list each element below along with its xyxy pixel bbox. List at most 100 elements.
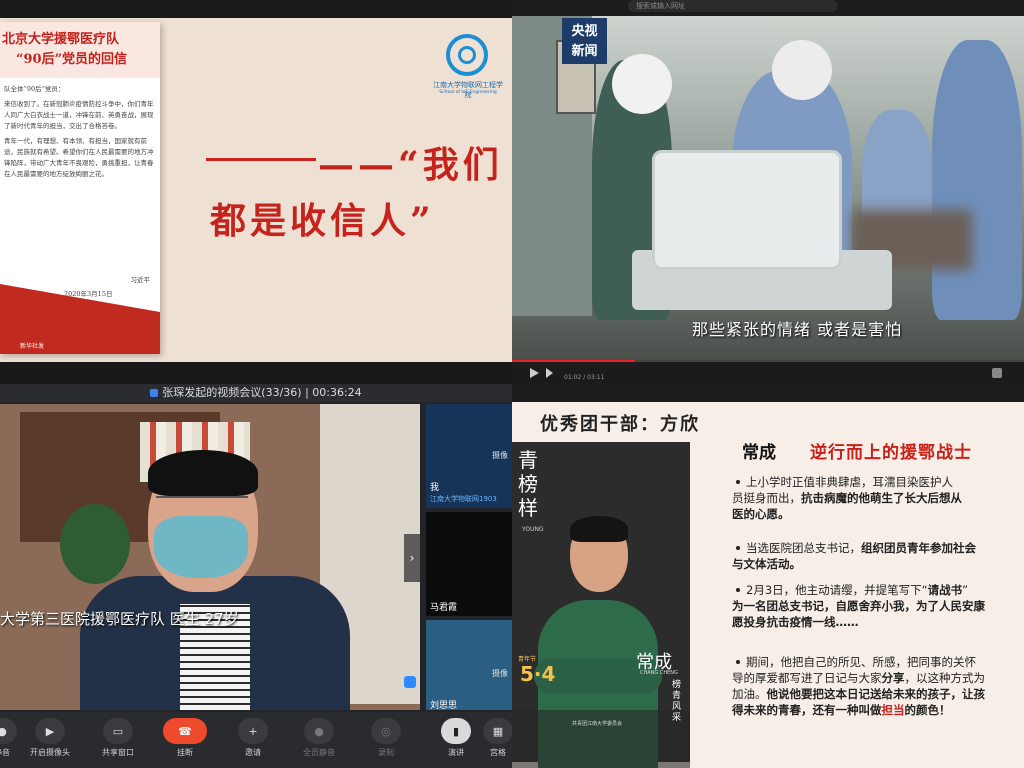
plant — [60, 504, 130, 584]
text-red: 担当 — [881, 703, 905, 717]
letter-body: 队全体“90后”党员： 来信收到了。在新冠肺炎疫情防控斗争中，你们青年人同广大白… — [4, 84, 154, 184]
address-bar[interactable]: 搜索或输入网址 — [628, 0, 838, 12]
text-bold: 为一名团总支书记，自愿舍弃小我，为了人民安康 — [732, 599, 985, 613]
speaker-layout-button[interactable]: ▮ 演讲 — [432, 718, 480, 758]
play-icon[interactable] — [530, 368, 539, 378]
text: 员挺身而出， — [732, 491, 801, 505]
button-label: 静音 — [0, 748, 10, 757]
camera-badge: 摄像 — [492, 669, 508, 678]
participant-name: 马君霞 — [430, 603, 458, 613]
medic-figure — [932, 40, 1022, 320]
bullet-4: 期间，他把自己的所见、所感，把同事的关怀 导的厚爱都写进了日记与大家分享，以这种… — [726, 654, 1024, 718]
bottom-bar — [0, 362, 512, 384]
medic-helmet — [772, 40, 832, 100]
progress-bar[interactable] — [512, 360, 1024, 362]
meeting-toolbar: ● 静音 ▶ 开启摄像头 ▭ 共享窗口 ☎ 挂断 + 邀请 ● 全员静音 ◎ 录制 ▮ 演讲 ▦… — [0, 712, 512, 768]
top-bar — [512, 384, 1024, 402]
letter-title-line-1: 北京大学援鄂医疗队 — [2, 32, 120, 47]
text-bold: 请战书 — [927, 583, 963, 597]
main-video[interactable]: 大学第三医院援鄂医疗队 医生 27岁 — [0, 404, 420, 710]
text-bold: 分享 — [881, 671, 905, 685]
button-label: 演讲 — [448, 748, 464, 757]
button-label: 宫格 — [490, 748, 506, 757]
cctv-logo-line-2: 新闻 — [571, 44, 598, 59]
button-label: 全员静音 — [303, 748, 335, 757]
poster-young-label: YOUNG — [522, 526, 544, 533]
chevron-right-icon[interactable]: › — [404, 534, 420, 582]
doctor-hair — [570, 516, 628, 542]
bullet-3: 2月3日，他主动请缨，并提笔写下“请战书” 为一名团总支书记，自愿舍弃小我，为了… — [726, 582, 1024, 630]
mute-all-icon: ● — [304, 718, 334, 744]
button-label: 开启摄像头 — [30, 748, 70, 757]
mute-button[interactable]: ● 静音 — [0, 718, 26, 758]
medic-helmet — [612, 54, 672, 114]
mute-all-button[interactable]: ● 全员静音 — [295, 718, 343, 758]
time-readout: 01:02 / 03:11 — [564, 374, 605, 381]
slide-quote-line-1: ——“我们 — [318, 144, 503, 186]
bullet-1: 上小学时正值非典肆虐，耳濡目染医护人 员挺身而出，抗击病魔的他萌生了长大后想从 … — [726, 474, 1024, 522]
text: ，以这种方式为 — [904, 671, 986, 685]
letter-paragraph-2: 青年一代，有理想、有本领、有担当，国家就有前途，民族就有希望。希望你们在人民最需… — [4, 137, 154, 178]
letter-title-line-2: “90后”党员的回信 — [16, 52, 128, 67]
text-bold: 组织团员青年参加社会 — [861, 541, 976, 555]
top-bar — [0, 0, 512, 18]
poster-vertical-title: 青榜样 — [518, 448, 538, 520]
button-label: 邀请 — [245, 748, 261, 757]
text: 当选医院团总支书记， — [746, 541, 861, 555]
participant-tile[interactable]: 马君霞 — [426, 512, 512, 616]
hangup-button[interactable]: ☎ 挂断 — [161, 718, 209, 758]
text-bold: 他说他要把这本日记送给未来的孩子，让孩 — [766, 687, 986, 701]
invite-icon: + — [238, 718, 268, 744]
video-player-quadrant: 搜索或输入网址 央视 新闻 那些紧张的情绪 或者是害怕 01:02 / 03:1… — [512, 0, 1024, 384]
logo-english-name: School of IoT Engineering — [439, 90, 497, 95]
bullet-2: 当选医院团总支书记，组织团员青年参加社会 与文体活动。 — [726, 540, 1024, 572]
text: 2月3日，他主动请缨，并提笔写下“ — [746, 583, 928, 597]
letter-paper: 北京大学援鄂医疗队 “90后”党员的回信 队全体“90后”党员： 来信收到了。在… — [0, 22, 160, 354]
profile-tagline: 逆行而上的援鄂战士 — [810, 443, 972, 463]
text-bold: 得未来的青春，还有一种叫做 — [732, 703, 882, 717]
participant-name: 我 — [430, 483, 440, 493]
next-icon[interactable] — [546, 368, 553, 378]
text-bold: 医的心愿。 — [732, 507, 790, 521]
letter-title: 北京大学援鄂医疗队 “90后”党员的回信 — [2, 30, 158, 70]
meeting-title: 张琛发起的视频会议(33/36) | 00:36:24 — [0, 384, 512, 402]
invite-button[interactable]: + 邀请 — [229, 718, 277, 758]
video-caption: 大学第三医院援鄂医疗队 医生 27岁 — [0, 610, 239, 628]
text: 期间，他把自己的所见、所感，把同事的关怀 — [746, 655, 976, 669]
profile-name: 常成 — [742, 443, 776, 463]
record-button[interactable]: ◎ 录制 — [362, 718, 410, 758]
volume-icon[interactable] — [992, 368, 1002, 378]
progress-fill — [512, 360, 635, 362]
grid-layout-button[interactable]: ▦ 宫格 — [474, 718, 512, 758]
button-label: 挂断 — [177, 748, 193, 757]
text-bold: 愿投身抗击疫情一线…… — [732, 615, 859, 629]
slide-letter-quadrant: 北京大学援鄂医疗队 “90后”党员的回信 队全体“90后”党员： 来信收到了。在… — [0, 0, 512, 384]
pip-icon[interactable] — [404, 676, 416, 688]
layout-grid-icon: ▦ — [483, 718, 512, 744]
bullet-dot-icon — [736, 545, 740, 550]
participant-subtitle: 江南大学物联网1903 — [430, 495, 497, 503]
text-bold: 的颜色！ — [904, 703, 951, 717]
participant-tile[interactable]: 摄像 我 江南大学物联网1903 — [426, 404, 512, 508]
speaker-mask — [154, 516, 248, 578]
browser-bar: 搜索或输入网址 — [512, 0, 1024, 16]
button-label: 录制 — [378, 748, 394, 757]
button-label: 共享窗口 — [102, 748, 134, 757]
camera-icon: ▶ — [35, 718, 65, 744]
participant-name: 刘思思 — [430, 701, 458, 711]
letter-signature: 习近平 — [130, 276, 151, 284]
text: 加油。 — [732, 687, 767, 701]
school-logo-icon — [446, 34, 488, 76]
poster-org: 共青团江南大学委员会 — [572, 721, 623, 727]
lock-icon — [150, 389, 159, 397]
text-bold: 抗击病魔的他萌生了长大后想从 — [801, 491, 962, 505]
mic-icon: ● — [0, 718, 17, 744]
letter-paragraph-1: 来信收到了。在新冠肺炎疫情防控斗争中，你们青年人同广大白衣战士一道，冲锋在前、英… — [4, 100, 154, 130]
bullet-dot-icon — [736, 587, 740, 592]
camera-button[interactable]: ▶ 开启摄像头 — [26, 718, 74, 758]
share-window-button[interactable]: ▭ 共享窗口 — [94, 718, 142, 758]
slide-quote-line-2: 都是收信人” — [210, 200, 435, 242]
poster-name-en: CHANG CHENG — [640, 670, 678, 676]
poster-namecard — [512, 710, 690, 768]
participant-tile[interactable]: 摄像 刘思思 — [426, 620, 512, 711]
